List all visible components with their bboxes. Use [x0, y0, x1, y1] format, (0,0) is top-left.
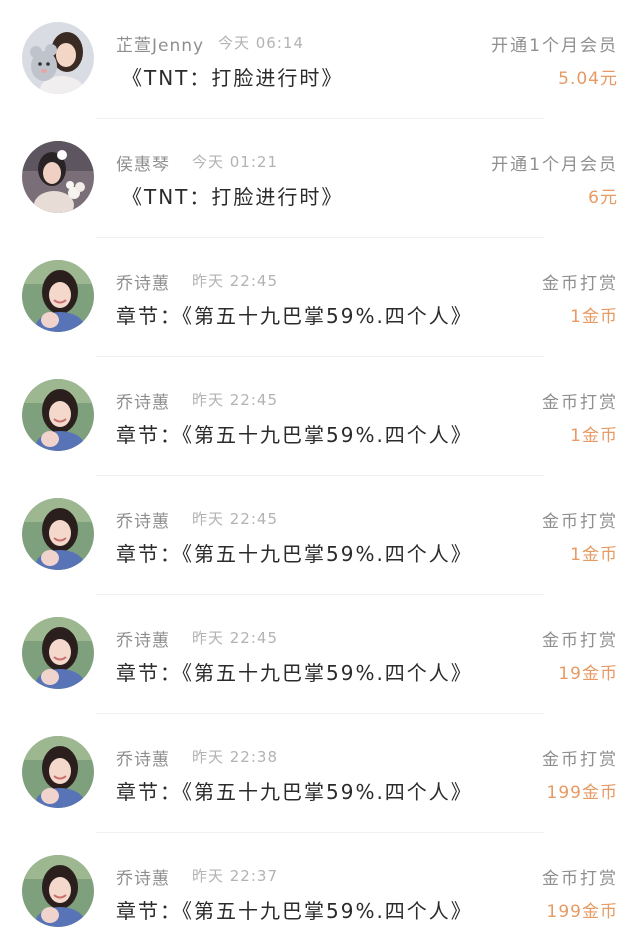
user-name: 侯惠琴 [116, 155, 170, 175]
avatar[interactable] [22, 379, 94, 451]
reward-amount: 1金币 [570, 307, 618, 327]
user-name: 乔诗蕙 [116, 869, 170, 889]
list-item[interactable]: 乔诗蕙 昨天 22:45 金币打赏 章节：《第五十九巴掌59%.四个人》 1金币 [0, 476, 640, 595]
timestamp: 今天 06:14 [218, 34, 304, 52]
user-name: 乔诗蕙 [116, 393, 170, 413]
user-name: 芷萱Jenny [116, 36, 205, 56]
list-item[interactable]: 侯惠琴 今天 01:21 开通1个月会员 《TNT：打脸进行时》 6元 [0, 119, 640, 238]
reward-content: 章节：《第五十九巴掌59%.四个人》 [116, 423, 473, 447]
timestamp: 昨天 22:45 [192, 510, 278, 528]
avatar[interactable] [22, 855, 94, 927]
avatar[interactable] [22, 617, 94, 689]
reward-type: 金币打赏 [542, 393, 618, 413]
reward-content: 章节：《第五十九巴掌59%.四个人》 [116, 542, 473, 566]
list-item[interactable]: 乔诗蕙 昨天 22:38 金币打赏 章节：《第五十九巴掌59%.四个人》 199… [0, 714, 640, 833]
reward-type: 开通1个月会员 [491, 36, 618, 56]
avatar[interactable] [22, 498, 94, 570]
user-name: 乔诗蕙 [116, 274, 170, 294]
timestamp: 昨天 22:38 [192, 748, 278, 766]
reward-amount: 19金币 [558, 664, 618, 684]
list-item[interactable]: 芷萱Jenny 今天 06:14 开通1个月会员 《TNT：打脸进行时》 5.0… [0, 0, 640, 119]
reward-amount: 5.04元 [558, 69, 618, 89]
avatar[interactable] [22, 260, 94, 332]
reward-record-list: 芷萱Jenny 今天 06:14 开通1个月会员 《TNT：打脸进行时》 5.0… [0, 0, 640, 951]
avatar[interactable] [22, 736, 94, 808]
timestamp: 今天 01:21 [192, 153, 278, 171]
reward-amount: 199金币 [546, 902, 618, 922]
reward-type: 金币打赏 [542, 631, 618, 651]
reward-amount: 1金币 [570, 545, 618, 565]
reward-content: 章节：《第五十九巴掌59%.四个人》 [116, 304, 473, 328]
user-name: 乔诗蕙 [116, 631, 170, 651]
reward-content: 章节：《第五十九巴掌59%.四个人》 [116, 780, 473, 804]
list-item[interactable]: 乔诗蕙 昨天 22:45 金币打赏 章节：《第五十九巴掌59%.四个人》 1金币 [0, 238, 640, 357]
timestamp: 昨天 22:45 [192, 391, 278, 409]
reward-type: 金币打赏 [542, 274, 618, 294]
reward-type: 金币打赏 [542, 512, 618, 532]
reward-content: 章节：《第五十九巴掌59%.四个人》 [116, 661, 473, 685]
list-item[interactable]: 乔诗蕙 昨天 22:45 金币打赏 章节：《第五十九巴掌59%.四个人》 1金币 [0, 357, 640, 476]
user-name: 乔诗蕙 [116, 512, 170, 532]
list-item[interactable]: 乔诗蕙 昨天 22:45 金币打赏 章节：《第五十九巴掌59%.四个人》 19金… [0, 595, 640, 714]
user-name: 乔诗蕙 [116, 750, 170, 770]
list-item[interactable]: 乔诗蕙 昨天 22:37 金币打赏 章节：《第五十九巴掌59%.四个人》 199… [0, 833, 640, 951]
reward-amount: 1金币 [570, 426, 618, 446]
reward-content: 《TNT：打脸进行时》 [122, 66, 344, 90]
reward-amount: 199金币 [546, 783, 618, 803]
reward-type: 开通1个月会员 [491, 155, 618, 175]
reward-amount: 6元 [588, 188, 618, 208]
timestamp: 昨天 22:45 [192, 629, 278, 647]
reward-type: 金币打赏 [542, 869, 618, 889]
timestamp: 昨天 22:45 [192, 272, 278, 290]
reward-content: 《TNT：打脸进行时》 [122, 185, 344, 209]
reward-content: 章节：《第五十九巴掌59%.四个人》 [116, 899, 473, 923]
avatar[interactable] [22, 141, 94, 213]
reward-type: 金币打赏 [542, 750, 618, 770]
timestamp: 昨天 22:37 [192, 867, 278, 885]
avatar[interactable] [22, 22, 94, 94]
